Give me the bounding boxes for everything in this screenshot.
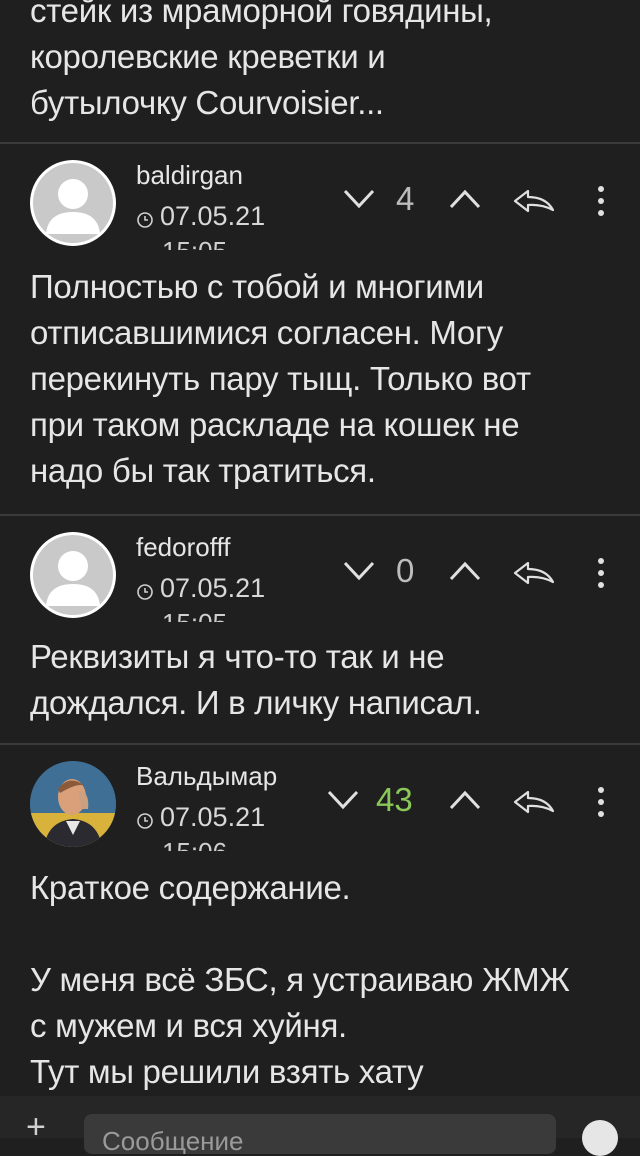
comment-line: Реквизиты я что-то так и не: [30, 638, 445, 675]
comment-text: Краткое содержание. У меня всё ЗБС, я ус…: [30, 865, 620, 1095]
comment-header: Вальдымар 07.05.21 15:06 43: [0, 745, 640, 855]
rating: 43: [376, 781, 413, 818]
time-text: 15:06: [162, 839, 227, 851]
time-text: 15:05: [162, 610, 227, 622]
comment-line: Краткое содержание.: [30, 869, 351, 906]
avatar[interactable]: [30, 761, 116, 847]
message-input[interactable]: Сообщение: [84, 1114, 556, 1154]
chevron-up-icon[interactable]: [448, 186, 482, 212]
more-vertical-icon[interactable]: [594, 556, 608, 590]
comment-line: при таком раскладе на кошек не: [30, 406, 520, 443]
rating: 4: [396, 180, 415, 217]
avatar[interactable]: [30, 160, 116, 246]
comment-text-top: стейк из мраморной говядины, королевские…: [30, 0, 620, 126]
comment-date: 07.05.21: [136, 797, 265, 837]
comment-header: baldirgan 07.05.21 15:05 4: [0, 144, 640, 254]
comment-header: fedorofff 07.05.21 15:05 0: [0, 516, 640, 626]
date-text: 07.05.21: [160, 572, 266, 603]
comment-line: отписавшимися согласен. Могу: [30, 314, 503, 351]
chevron-up-icon[interactable]: [448, 787, 482, 813]
chevron-up-icon[interactable]: [448, 558, 482, 584]
more-vertical-icon[interactable]: [594, 785, 608, 819]
message-input-placeholder: Сообщение: [102, 1126, 244, 1154]
clock-icon: [137, 212, 153, 228]
message-bar: + Сообщение: [0, 1096, 640, 1156]
comment-line: надо бы так тратиться.: [30, 452, 376, 489]
comment-line: Тут мы решили взять хату: [30, 1053, 424, 1090]
comment-date: 07.05.21: [136, 568, 265, 608]
default-user-icon: [33, 163, 113, 243]
comment-line: [30, 911, 620, 957]
comment-line: дождался. И в личку написал.: [30, 684, 482, 721]
username[interactable]: Вальдымар: [136, 761, 277, 792]
comment-text: Полностью с тобой и многими отписавшимис…: [30, 264, 620, 494]
more-vertical-icon[interactable]: [594, 184, 608, 218]
comment-line: перекинуть пару тыщ. Только вот: [30, 360, 531, 397]
comment-line: У меня всё ЗБС, я устраиваю ЖМЖ: [30, 961, 570, 998]
comment-text: Реквизиты я что-то так и не дождался. И …: [30, 634, 620, 726]
comment-line: королевские креветки и: [30, 38, 386, 75]
username[interactable]: baldirgan: [136, 160, 243, 191]
clock-icon: [137, 813, 153, 829]
default-user-icon: [33, 535, 113, 615]
chevron-down-icon[interactable]: [342, 186, 376, 212]
avatar[interactable]: [30, 532, 116, 618]
reply-icon[interactable]: [512, 560, 556, 586]
time-text: 15:05: [162, 238, 227, 250]
comment-valdymar: Вальдымар 07.05.21 15:06 43 Краткое соде…: [0, 745, 640, 1090]
comment-line: бутылочку Courvoisier...: [30, 84, 384, 121]
clock-icon: [137, 584, 153, 600]
comment-line: стейк из мраморной говядины,: [30, 0, 493, 29]
user-photo-icon: [30, 761, 116, 847]
reply-icon[interactable]: [512, 789, 556, 815]
plus-icon[interactable]: +: [26, 1110, 46, 1144]
send-button[interactable]: [582, 1120, 618, 1156]
comment-fedorofff: fedorofff 07.05.21 15:05 0 Реквизиты я ч…: [0, 516, 640, 721]
username[interactable]: fedorofff: [136, 532, 230, 563]
comment-line: Полностью с тобой и многими: [30, 268, 484, 305]
date-text: 07.05.21: [160, 801, 266, 832]
date-text: 07.05.21: [160, 200, 266, 231]
reply-icon[interactable]: [512, 188, 556, 214]
chevron-down-icon[interactable]: [326, 787, 360, 813]
comment-date: 07.05.21: [136, 196, 265, 236]
comment-line: с мужем и вся хуйня.: [30, 1007, 347, 1044]
rating: 0: [396, 552, 415, 589]
chevron-down-icon[interactable]: [342, 558, 376, 584]
comment-baldirgan: baldirgan 07.05.21 15:05 4 Полностью с т…: [0, 144, 640, 489]
